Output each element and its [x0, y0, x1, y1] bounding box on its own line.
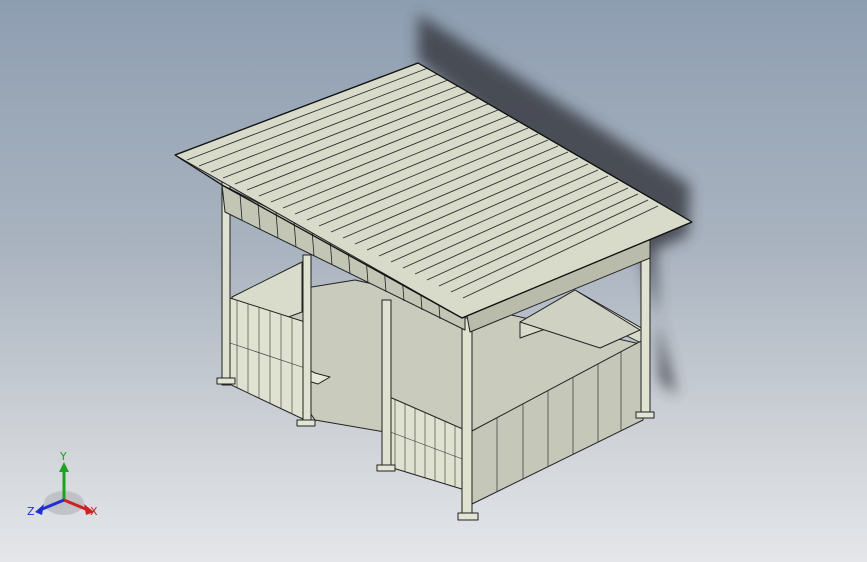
coordinate-triad: Y X Z	[26, 448, 106, 524]
post-base	[296, 419, 316, 427]
y-axis-label: Y	[59, 450, 67, 463]
post-base	[635, 411, 655, 419]
x-axis-label: X	[90, 505, 98, 518]
post-base	[376, 464, 396, 472]
y-axis-arrow	[59, 462, 69, 472]
z-axis-arrow	[35, 504, 44, 515]
post-left-front	[302, 254, 312, 426]
graphics-viewport[interactable]	[0, 0, 867, 562]
roof-surface[interactable]	[174, 62, 693, 319]
post-centre	[381, 299, 392, 471]
gazebo-model[interactable]	[174, 62, 693, 521]
post-base	[457, 512, 479, 521]
post-front-corner	[461, 317, 473, 517]
post-right	[640, 239, 651, 419]
post-base	[216, 377, 236, 385]
z-axis-label: Z	[27, 505, 35, 518]
